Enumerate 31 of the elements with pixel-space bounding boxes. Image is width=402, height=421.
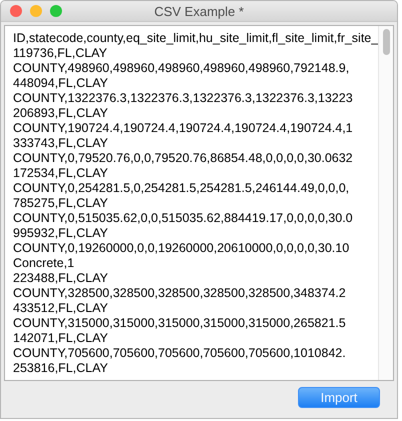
text-line: 223488,FL,CLAY: [13, 271, 108, 286]
window-title: CSV Example *: [154, 4, 244, 18]
text-line: COUNTY,498960,498960,498960,498960,498960,792148.9,: [13, 61, 350, 76]
text-area[interactable]: [4, 25, 394, 381]
text-line: Concrete,1: [13, 256, 74, 271]
text-line: COUNTY,1322376.3,1322376.3,1322376.3,1322376.3,13223: [13, 91, 353, 106]
text-line: COUNTY,0,515035.62,0,0,515035.62,884419.17,0,0,0,0,30.0: [13, 211, 353, 226]
text-line: COUNTY,0,79520.76,0,0,79520.76,86854.48,0,0,0,0,30.0632: [13, 151, 353, 166]
text-line: COUNTY,0,19260000,0,0,19260000,20610000,0,0,0,0,30.10: [13, 241, 350, 256]
text-line: COUNTY,315000,315000,315000,315000,315000,265821.5: [13, 316, 346, 331]
text-line: 333743,FL,CLAY: [13, 136, 108, 151]
text-line: 142071,FL,CLAY: [13, 331, 108, 346]
text-line: 995932,FL,CLAY: [13, 226, 108, 241]
zoom-button[interactable]: [50, 5, 62, 17]
import-button[interactable]: Import: [298, 387, 380, 408]
text-line: 448094,FL,CLAY: [13, 76, 108, 91]
text-line: COUNTY,0,254281.5,0,254281.5,254281.5,246144.49,0,0,0,: [13, 181, 350, 196]
text-line: ID,statecode,county,eq_site_limit,hu_site_limit,fl_site_limit,fr_site_: [13, 31, 378, 46]
close-button[interactable]: [10, 5, 22, 17]
text-line: COUNTY,190724.4,190724.4,190724.4,190724.4,190724.4,1: [13, 121, 353, 136]
text-line: 253816,FL,CLAY: [13, 361, 108, 376]
text-line: 785275,FL,CLAY: [13, 196, 108, 211]
text-line: 433512,FL,CLAY: [13, 301, 108, 316]
text-line: COUNTY,328500,328500,328500,328500,328500,348374.2: [13, 286, 346, 301]
text-line: 206893,FL,CLAY: [13, 106, 108, 121]
minimize-button[interactable]: [30, 5, 42, 17]
text-line: 172534,FL,CLAY: [13, 166, 108, 181]
text-line: 119736,FL,CLAY: [13, 46, 108, 61]
scrollbar[interactable]: [378, 26, 393, 380]
scrollbar-thumb[interactable]: [382, 29, 390, 55]
text-line: COUNTY,705600,705600,705600,705600,705600,1010842.: [13, 346, 346, 361]
